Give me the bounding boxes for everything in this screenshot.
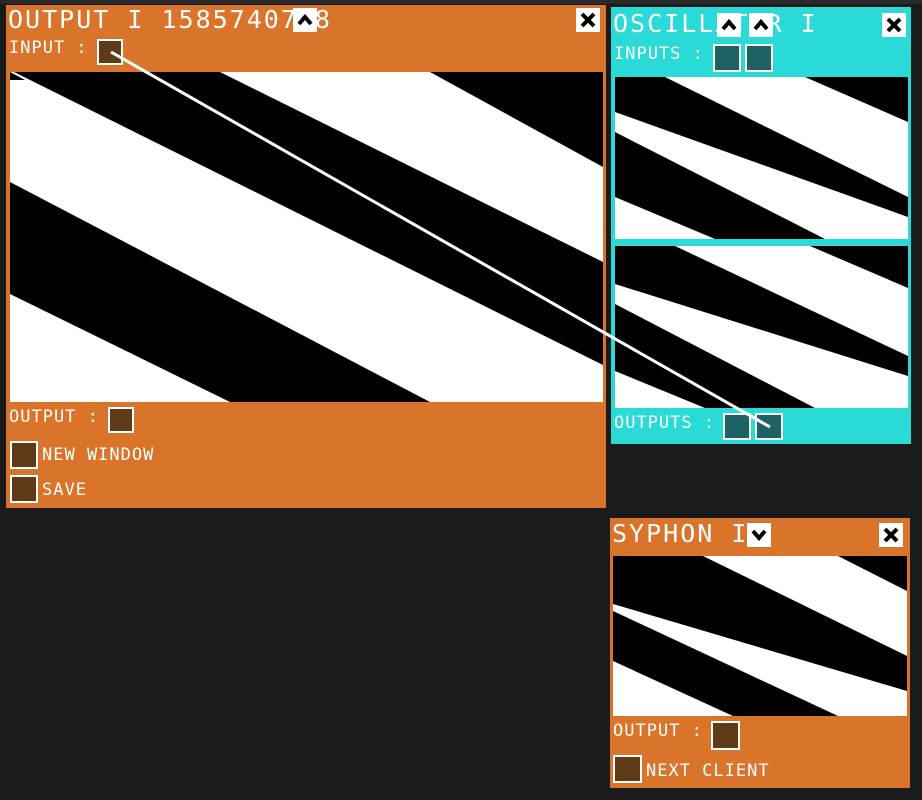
close-icon — [883, 527, 899, 543]
close-button[interactable] — [576, 8, 600, 32]
syphon-window[interactable]: SYPHON I OUTPUT : NEXT CLIENT — [610, 518, 910, 788]
chevron-up-icon — [721, 18, 737, 31]
input-port-2[interactable] — [745, 44, 773, 72]
collapse-button[interactable] — [749, 13, 773, 37]
chevron-up-icon — [297, 13, 313, 26]
output-port[interactable] — [711, 721, 740, 750]
move-up-button[interactable] — [717, 13, 741, 37]
stripe-pattern — [10, 72, 603, 402]
input-port-1[interactable] — [713, 44, 741, 72]
chevron-up-icon — [753, 18, 769, 31]
close-icon — [580, 12, 596, 28]
output-port[interactable] — [108, 407, 134, 433]
next-client-checkbox[interactable] — [613, 755, 642, 783]
input-port[interactable] — [97, 39, 123, 65]
chevron-down-icon — [751, 529, 767, 542]
oscillator-preview-1 — [615, 77, 908, 239]
output-window[interactable]: OUTPUT I 1585740778 INPUT : OUTPUT : NEW… — [6, 5, 606, 508]
new-window-checkbox[interactable] — [10, 441, 38, 469]
close-button[interactable] — [882, 13, 906, 37]
top-edge — [0, 0, 922, 4]
expand-button[interactable] — [747, 523, 771, 547]
output-label: OUTPUT : — [9, 407, 99, 427]
next-client-label[interactable]: NEXT CLIENT — [646, 761, 770, 781]
output-label: OUTPUT : — [613, 721, 703, 741]
oscillator-window[interactable]: OSCILLATOR I INPUTS : OUTPUTS: — [611, 7, 911, 444]
input-label: INPUT : — [9, 38, 88, 58]
stripe-pattern — [613, 556, 907, 716]
oscillator-window-title[interactable]: OSCILLATOR I — [613, 9, 818, 39]
stripe-pattern — [615, 246, 908, 408]
output-port-1[interactable] — [723, 413, 751, 440]
save-label[interactable]: SAVE — [42, 480, 87, 500]
close-icon — [886, 17, 902, 33]
syphon-window-title[interactable]: SYPHON I — [612, 519, 748, 549]
save-checkbox[interactable] — [10, 475, 38, 503]
output-window-title[interactable]: OUTPUT I 1585740778 — [8, 5, 332, 35]
syphon-preview — [613, 556, 907, 716]
outputs-label: OUTPUTS : — [614, 413, 716, 433]
close-button[interactable] — [879, 523, 903, 547]
collapse-button[interactable] — [293, 8, 317, 32]
output-port-2[interactable] — [755, 413, 783, 440]
stripe-pattern — [615, 77, 908, 239]
new-window-label[interactable]: NEW WINDOW — [42, 445, 154, 465]
oscillator-preview-2 — [615, 246, 908, 408]
inputs-label: INPUTS : — [614, 44, 704, 64]
output-preview — [10, 72, 603, 402]
